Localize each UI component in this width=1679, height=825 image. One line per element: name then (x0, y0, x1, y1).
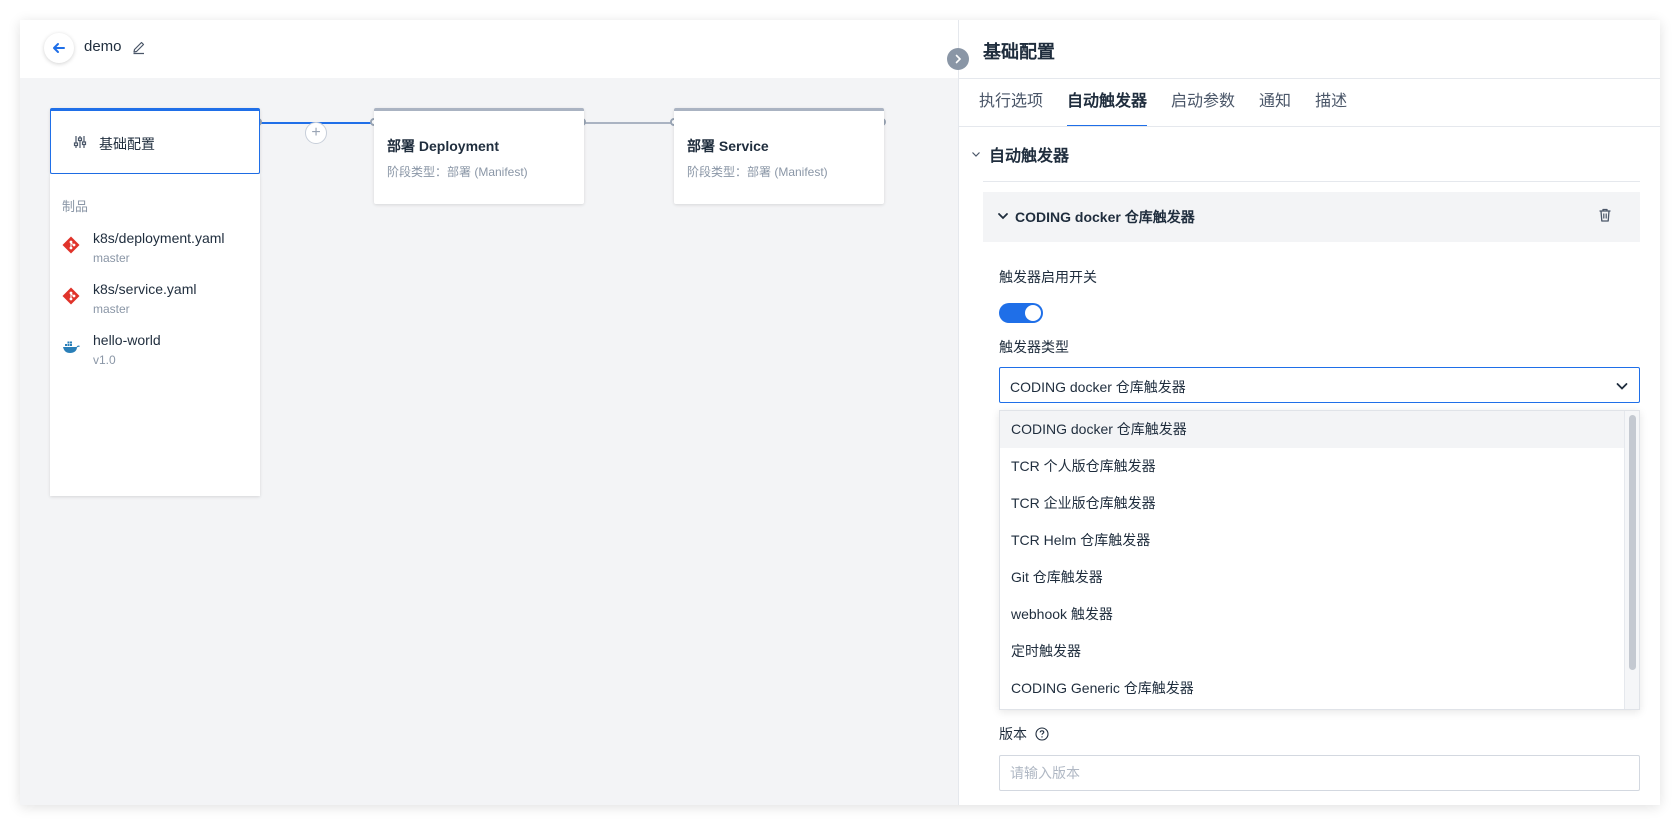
add-stage-button[interactable]: + (305, 122, 327, 144)
dropdown-option[interactable]: TCR Helm 仓库触发器 (1000, 522, 1625, 559)
git-icon (62, 236, 80, 254)
divider (959, 126, 1660, 127)
dropdown-scrollbar[interactable] (1624, 411, 1639, 709)
toggle-knob (1025, 305, 1041, 321)
dropdown-option[interactable]: CODING docker 仓库触发器 (1000, 411, 1625, 448)
trigger-card-header[interactable]: CODING docker 仓库触发器 (983, 192, 1640, 242)
stage-deploy-deployment[interactable]: 部署 Deployment 阶段类型：部署 (Manifest) (374, 108, 584, 204)
artifacts-panel: 制品 k8s/deployment.yaml master k8s/servic… (50, 174, 260, 496)
trash-icon[interactable] (1597, 207, 1613, 223)
dropdown-option[interactable]: webhook 触发器 (1000, 596, 1625, 633)
artifacts-title: 制品 (62, 199, 89, 214)
pipeline-canvas: demo + 基础配置 制品 k8s/deployment.yaml maste… (20, 20, 958, 805)
git-icon (62, 287, 80, 305)
pipeline-name: demo (84, 38, 122, 55)
trigger-enable-toggle[interactable] (999, 303, 1043, 323)
version-input[interactable] (999, 755, 1640, 791)
chevron-down-icon (1616, 383, 1628, 390)
app-window: demo + 基础配置 制品 k8s/deployment.yaml maste… (20, 20, 1660, 805)
artifact-name: k8s/deployment.yaml (93, 230, 225, 246)
arrow-left-icon (53, 43, 65, 53)
tab-execution-options[interactable]: 执行选项 (979, 79, 1055, 127)
edit-pencil-icon[interactable] (131, 39, 147, 55)
artifact-name: k8s/service.yaml (93, 281, 197, 297)
tab-launch-params[interactable]: 启动参数 (1171, 79, 1247, 127)
artifact-item[interactable]: k8s/service.yaml master (62, 281, 252, 323)
stage-title: 部署 Deployment (387, 138, 500, 154)
dropdown-option[interactable]: TCR 企业版仓库触发器 (1000, 485, 1625, 522)
sliders-icon (73, 136, 87, 148)
tab-notifications[interactable]: 通知 (1259, 79, 1303, 127)
back-button[interactable] (44, 33, 74, 63)
trigger-card-title: CODING docker 仓库触发器 (1015, 209, 1195, 225)
collapse-panel-button[interactable] (947, 48, 969, 70)
tab-bar: 执行选项 自动触发器 启动参数 通知 描述 (979, 79, 1371, 127)
section-title: 自动触发器 (989, 148, 1070, 165)
stage-type: 阶段类型：部署 (Manifest) (387, 165, 528, 179)
dropdown-option[interactable]: 定时触发器 (1000, 633, 1625, 670)
stage-basic-config[interactable]: 基础配置 (50, 108, 260, 174)
trigger-enable-label: 触发器启用开关 (999, 269, 1097, 285)
docker-icon (63, 341, 80, 353)
chevron-right-icon (955, 54, 962, 64)
version-label: 版本 (999, 726, 1027, 742)
panel-title: 基础配置 (983, 42, 1055, 62)
artifact-item[interactable]: k8s/deployment.yaml master (62, 230, 252, 272)
tab-description[interactable]: 描述 (1315, 79, 1359, 127)
stage-title: 部署 Service (687, 138, 769, 154)
stage-deploy-service[interactable]: 部署 Service 阶段类型：部署 (Manifest) (674, 108, 884, 204)
trigger-type-dropdown: CODING docker 仓库触发器 TCR 个人版仓库触发器 TCR 企业版… (999, 410, 1640, 710)
section-header-auto-triggers[interactable]: 自动触发器 (971, 142, 1069, 166)
trigger-type-label: 触发器类型 (999, 339, 1069, 355)
trigger-type-select[interactable]: CODING docker 仓库触发器 (999, 367, 1640, 403)
artifact-ref: master (93, 251, 130, 265)
divider (983, 181, 1640, 182)
artifact-ref: v1.0 (93, 353, 116, 367)
dropdown-option[interactable]: TCR 个人版仓库触发器 (1000, 448, 1625, 485)
tab-auto-triggers[interactable]: 自动触发器 (1067, 79, 1159, 127)
select-value: CODING docker 仓库触发器 (1010, 379, 1186, 395)
config-panel: 基础配置 执行选项 自动触发器 启动参数 通知 描述 自动触发器 CODING … (958, 20, 1660, 805)
artifact-name: hello-world (93, 332, 161, 348)
stage-label: 基础配置 (99, 136, 155, 152)
chevron-down-icon (972, 152, 980, 157)
stage-type: 阶段类型：部署 (Manifest) (687, 165, 828, 179)
dropdown-option[interactable]: CODING Generic 仓库触发器 (1000, 670, 1625, 707)
top-bar: demo (20, 20, 958, 78)
scrollbar-thumb[interactable] (1629, 415, 1636, 670)
artifact-ref: master (93, 302, 130, 316)
version-label-row: 版本 (999, 724, 1049, 744)
dropdown-option[interactable]: Git 仓库触发器 (1000, 559, 1625, 596)
artifact-item[interactable]: hello-world v1.0 (62, 332, 252, 374)
help-circle-icon[interactable] (1035, 727, 1049, 741)
connector-line (584, 122, 674, 124)
chevron-down-icon (998, 213, 1008, 220)
